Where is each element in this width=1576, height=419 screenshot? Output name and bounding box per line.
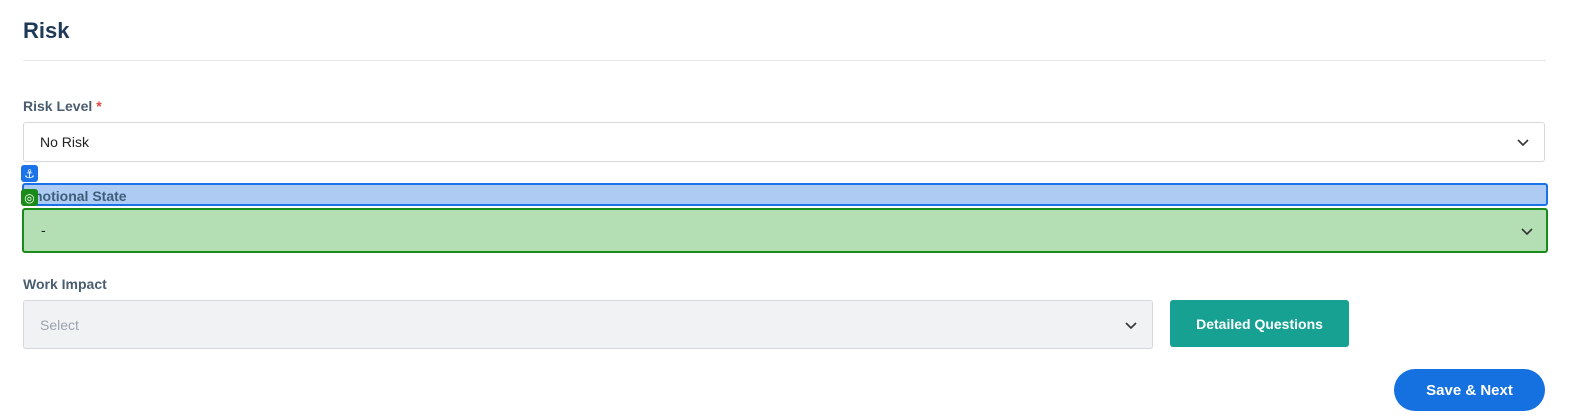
detailed-questions-button[interactable]: Detailed Questions — [1170, 300, 1349, 347]
work-impact-placeholder: Select — [40, 316, 79, 333]
risk-level-label-text: Risk Level — [23, 98, 93, 114]
work-impact-select[interactable]: Select — [23, 300, 1153, 349]
risk-level-select[interactable]: No Risk — [23, 122, 1545, 162]
anchor-icon: ⚓ — [24, 166, 35, 181]
risk-level-label: Risk Level * — [23, 98, 102, 114]
chevron-down-icon — [1516, 135, 1530, 149]
risk-level-value: No Risk — [40, 134, 90, 150]
anchor-badge: ⚓ — [21, 165, 38, 182]
save-next-button[interactable]: Save & Next — [1394, 369, 1545, 411]
label-highlight-overlay — [22, 183, 1548, 206]
target-icon: ◎ — [24, 190, 35, 205]
emotional-state-select[interactable]: - — [22, 208, 1548, 253]
section-title: Risk — [23, 18, 70, 43]
required-mark: * — [96, 98, 102, 114]
chevron-down-icon — [1520, 224, 1534, 238]
target-badge: ◎ — [21, 189, 38, 206]
divider — [23, 60, 1546, 61]
work-impact-label: Work Impact — [23, 276, 107, 292]
emotional-state-label: notional State — [34, 188, 127, 204]
chevron-down-icon — [1124, 318, 1138, 332]
emotional-state-value: - — [41, 222, 46, 238]
